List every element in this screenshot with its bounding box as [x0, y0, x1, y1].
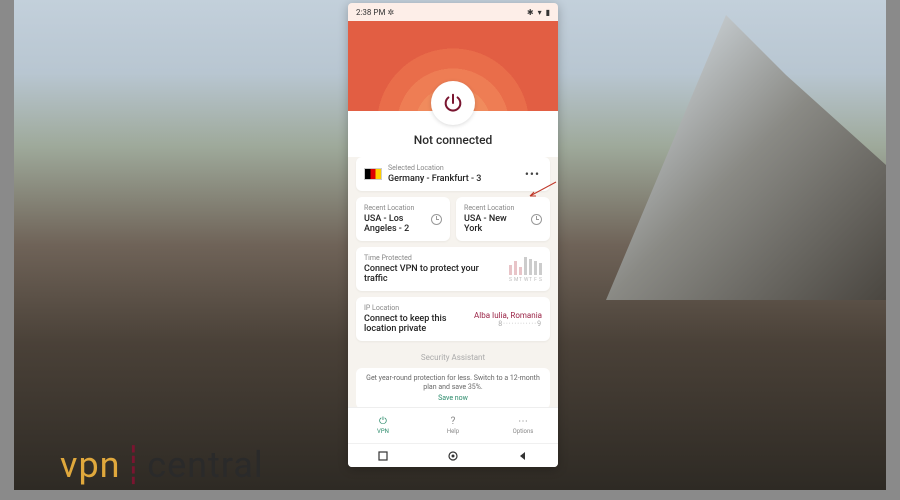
- site-watermark: vpn┊central: [60, 444, 264, 486]
- nav-options[interactable]: ⋯ Options: [488, 408, 558, 443]
- germany-flag-icon: [364, 168, 382, 180]
- nav-help[interactable]: ? Help: [418, 408, 488, 443]
- promo-cta[interactable]: Save now: [364, 394, 542, 403]
- watermark-vpn: vpn: [60, 444, 121, 486]
- selected-location-text: Selected Location Germany - Frankfurt - …: [388, 164, 517, 184]
- recents-button[interactable]: [377, 450, 389, 462]
- promo-banner[interactable]: Get year-round protection for less. Swit…: [356, 368, 550, 407]
- time-protected-label: Time Protected: [364, 254, 501, 262]
- app-header: [348, 21, 558, 111]
- status-bar: 2:38 PM ✲ ✱ ▾ ▮: [348, 3, 558, 21]
- battery-icon: ▮: [546, 8, 550, 17]
- day-s2: S: [539, 277, 542, 283]
- bar-sat: [539, 263, 542, 275]
- bar-sun: [509, 265, 512, 275]
- bar-tue: [519, 267, 522, 275]
- nav-help-label: Help: [447, 428, 459, 435]
- time-protected-chart: S M T W T F S: [509, 255, 542, 283]
- more-options-icon[interactable]: •••: [523, 167, 542, 181]
- main-content: Selected Location Germany - Frankfurt - …: [348, 157, 558, 407]
- recent-location-2[interactable]: Recent Location USA - New York: [456, 197, 550, 241]
- promo-text: Get year-round protection for less. Swit…: [364, 374, 542, 392]
- day-w: W: [524, 277, 527, 283]
- nav-vpn[interactable]: ⏻ VPN: [348, 408, 418, 443]
- day-m: M: [514, 277, 517, 283]
- time-protected-value: Connect VPN to protect your traffic: [364, 264, 501, 284]
- bluetooth-icon: ✱: [527, 8, 534, 17]
- status-time: 2:38 PM: [356, 8, 385, 17]
- back-button[interactable]: [517, 450, 529, 462]
- ip-location-value: Connect to keep this location private: [364, 314, 466, 334]
- ip-masked: 8············9: [474, 320, 542, 328]
- recent-location-1[interactable]: Recent Location USA - Los Angeles - 2: [356, 197, 450, 241]
- recent-locations-row: Recent Location USA - Los Angeles - 2 Re…: [356, 197, 550, 241]
- help-icon: ?: [451, 416, 456, 427]
- bar-wed: [524, 257, 527, 275]
- day-t: T: [519, 277, 522, 283]
- day-t2: T: [529, 277, 532, 283]
- connect-power-button[interactable]: [431, 81, 475, 125]
- ip-city: Alba Iulia, Romania: [474, 311, 542, 320]
- nav-options-label: Options: [513, 428, 534, 435]
- home-button[interactable]: [447, 450, 459, 462]
- clock-icon: [531, 214, 542, 225]
- time-protected-card[interactable]: Time Protected Connect VPN to protect yo…: [356, 247, 550, 291]
- bar-mon: [514, 261, 517, 275]
- day-f: F: [534, 277, 537, 283]
- status-time-group: 2:38 PM ✲: [356, 8, 394, 17]
- ip-location-card[interactable]: IP Location Connect to keep this locatio…: [356, 297, 550, 341]
- status-right-group: ✱ ▾ ▮: [527, 8, 550, 17]
- recent-2-value: USA - New York: [464, 214, 527, 234]
- watermark-central: central: [147, 444, 263, 486]
- more-icon: ⋯: [518, 416, 528, 427]
- system-nav-bar: [348, 443, 558, 467]
- connection-status: Not connected: [348, 133, 558, 147]
- power-icon: [442, 92, 464, 114]
- nav-vpn-label: VPN: [377, 428, 389, 435]
- shield-icon: ⏻: [379, 416, 387, 427]
- recent-1-label: Recent Location: [364, 204, 427, 212]
- selected-location-label: Selected Location: [388, 164, 517, 172]
- bar-fri: [534, 261, 537, 275]
- security-assistant-link[interactable]: Security Assistant: [356, 347, 550, 368]
- phone-screenshot: 2:38 PM ✲ ✱ ▾ ▮ Not connected Selected L…: [348, 3, 558, 467]
- selected-location-value: Germany - Frankfurt - 3: [388, 174, 517, 184]
- clock-icon: [431, 214, 442, 225]
- selected-location-card[interactable]: Selected Location Germany - Frankfurt - …: [356, 157, 550, 191]
- recent-2-label: Recent Location: [464, 204, 527, 212]
- watermark-separator-icon: ┊: [121, 444, 148, 486]
- day-s: S: [509, 277, 512, 283]
- wifi-icon: ▾: [538, 8, 542, 17]
- recent-1-value: USA - Los Angeles - 2: [364, 214, 427, 234]
- dnd-icon: ✲: [387, 8, 394, 17]
- bar-thu: [529, 259, 532, 275]
- bottom-nav: ⏻ VPN ? Help ⋯ Options: [348, 407, 558, 443]
- ip-location-label: IP Location: [364, 304, 466, 312]
